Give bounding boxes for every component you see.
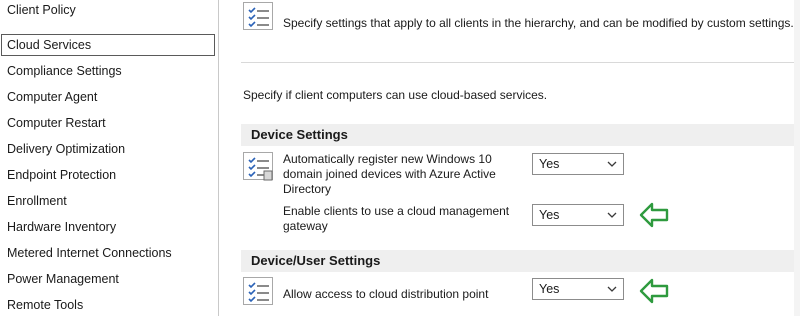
nav-item-client-policy[interactable]: Client Policy xyxy=(1,0,215,21)
settings-category-list: Client Policy Cloud Services Compliance … xyxy=(0,0,219,316)
green-arrow-icon xyxy=(639,278,669,304)
chevron-down-icon xyxy=(607,286,617,292)
nav-item-power-management[interactable]: Power Management xyxy=(1,268,215,290)
chevron-down-icon xyxy=(607,212,617,218)
section-header-device-settings: Device Settings xyxy=(241,124,796,146)
section-header-device-user-settings: Device/User Settings xyxy=(241,250,796,272)
nav-item-hardware-inventory[interactable]: Hardware Inventory xyxy=(1,216,215,238)
vertical-scrollbar[interactable] xyxy=(794,0,800,316)
label-line: domain joined devices with Azure Active xyxy=(283,167,496,181)
chevron-down-icon xyxy=(607,161,617,167)
nav-item-delivery-optimization[interactable]: Delivery Optimization xyxy=(1,138,215,160)
nav-item-metered-internet-connections[interactable]: Metered Internet Connections xyxy=(1,242,215,264)
label-line: Automatically register new Windows 10 xyxy=(283,152,492,166)
setting-label-cmg: Enable clients to use a cloud management… xyxy=(283,204,509,234)
settings-panel: Specify settings that apply to all clien… xyxy=(219,0,800,316)
dropdown-value: Yes xyxy=(539,282,560,296)
nav-item-computer-agent[interactable]: Computer Agent xyxy=(1,86,215,108)
nav-item-cloud-services[interactable]: Cloud Services xyxy=(1,34,215,56)
panel-description: Specify if client computers can use clou… xyxy=(243,88,548,102)
label-line: gateway xyxy=(283,219,328,233)
nav-item-remote-tools[interactable]: Remote Tools xyxy=(1,294,215,316)
section-title: Device Settings xyxy=(251,127,348,142)
dropdown-value: Yes xyxy=(539,208,560,222)
nav-item-endpoint-protection[interactable]: Endpoint Protection xyxy=(1,164,215,186)
auto-register-dropdown[interactable]: Yes xyxy=(532,153,624,175)
setting-label-auto-register: Automatically register new Windows 10 do… xyxy=(283,152,496,197)
dropdown-value: Yes xyxy=(539,157,560,171)
setting-label-cloud-dp: Allow access to cloud distribution point xyxy=(283,287,489,301)
policy-settings-icon xyxy=(243,2,273,30)
nav-item-enrollment[interactable]: Enrollment xyxy=(1,190,215,212)
intro-text: Specify settings that apply to all clien… xyxy=(283,16,794,30)
device-policy-icon xyxy=(243,152,273,181)
cloud-dp-dropdown[interactable]: Yes xyxy=(532,278,624,300)
section-title: Device/User Settings xyxy=(251,253,381,268)
cmg-dropdown[interactable]: Yes xyxy=(532,204,624,226)
nav-item-computer-restart[interactable]: Computer Restart xyxy=(1,112,215,134)
label-line: Enable clients to use a cloud management xyxy=(283,204,510,218)
green-arrow-icon xyxy=(639,202,669,228)
divider xyxy=(241,62,796,63)
nav-item-compliance-settings[interactable]: Compliance Settings xyxy=(1,60,215,82)
device-user-policy-icon xyxy=(243,277,273,305)
label-line: Directory xyxy=(283,182,332,196)
